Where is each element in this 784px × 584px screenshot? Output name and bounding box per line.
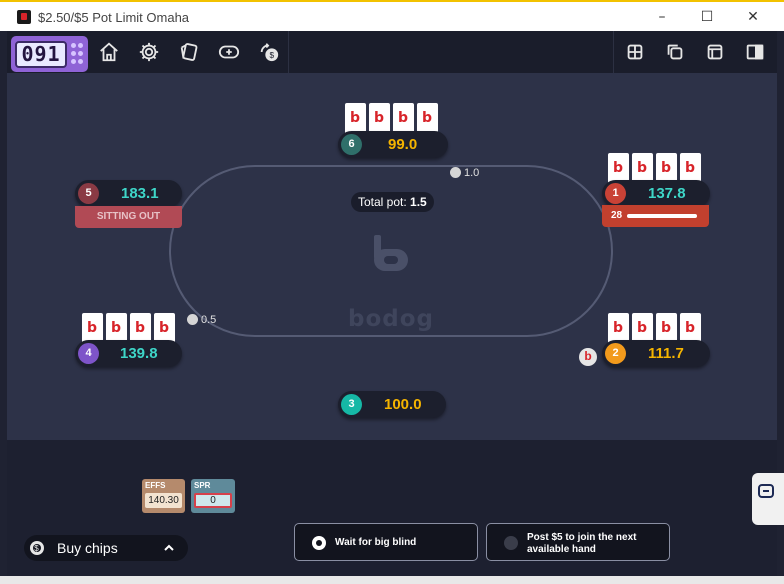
time-bank[interactable]: 091 xyxy=(11,36,88,72)
home-icon[interactable] xyxy=(94,37,124,67)
buy-chips-button[interactable]: $ Buy chips xyxy=(24,535,188,561)
bodog-app-icon xyxy=(17,10,31,24)
window-layout-icon[interactable] xyxy=(700,37,730,67)
spr-label: SPR xyxy=(194,481,211,490)
chat-icon xyxy=(758,484,774,498)
chip-icon xyxy=(450,167,461,178)
cashier-icon[interactable]: $ xyxy=(254,37,284,67)
sidebar-layout-icon[interactable] xyxy=(740,37,770,67)
seat-3-stack: 100.0 xyxy=(384,396,422,413)
time-bank-counter: 091 xyxy=(15,41,67,68)
seat-6-stack: 99.0 xyxy=(388,136,418,153)
dealer-button: b xyxy=(579,348,597,366)
chip-icon: $ xyxy=(30,541,44,555)
seat-5-stack: 183.1 xyxy=(121,185,159,202)
effs-label: EFFS xyxy=(145,481,166,490)
drag-handle-icon[interactable] xyxy=(71,43,83,65)
effs-stat[interactable]: EFFS 140.30 xyxy=(142,479,185,513)
window-title: $2.50/$5 Pot Limit Omaha xyxy=(38,10,190,25)
wait-big-blind-option[interactable]: Wait for big blind xyxy=(294,523,478,561)
total-pot-label: Total pot: xyxy=(358,195,407,209)
spr-stat[interactable]: SPR 0 xyxy=(191,479,235,513)
seat-5-number: 5 xyxy=(78,183,99,204)
bodog-logo-icon xyxy=(374,235,408,271)
window-bottom-edge xyxy=(0,576,784,584)
grid-layout-icon[interactable] xyxy=(620,37,650,67)
side-panel-tab[interactable] xyxy=(752,473,784,525)
table-toolbar: 091 $ xyxy=(7,31,777,73)
minimize-button[interactable]: – xyxy=(650,7,674,27)
post-to-join-option[interactable]: Post $5 to join the next available hand xyxy=(486,523,670,561)
gear-icon[interactable] xyxy=(134,37,164,67)
svg-text:$: $ xyxy=(34,544,39,553)
seat-2[interactable]: 2 111.7 xyxy=(602,340,710,367)
wait-big-blind-label: Wait for big blind xyxy=(335,537,417,548)
maximize-button[interactable]: ☐ xyxy=(695,7,719,27)
seat-3[interactable]: 3 100.0 xyxy=(338,391,446,418)
total-pot-value: 1.5 xyxy=(410,195,427,209)
seat-5-status: SITTING OUT xyxy=(75,206,182,228)
wait-big-blind-radio[interactable] xyxy=(312,536,326,550)
total-pot: Total pot: 1.5 xyxy=(351,192,434,212)
toolbar-divider xyxy=(613,31,614,73)
buy-chips-label: Buy chips xyxy=(57,540,118,556)
spr-value: 0 xyxy=(194,493,232,508)
toolbar-divider xyxy=(288,31,289,73)
effs-value: 140.30 xyxy=(145,493,182,508)
svg-text:$: $ xyxy=(269,51,274,60)
chip-icon xyxy=(187,314,198,325)
seat-4-stack: 139.8 xyxy=(120,345,158,362)
title-bar: $2.50/$5 Pot Limit Omaha – ☐ ✕ xyxy=(0,0,784,31)
seat-3-number: 3 xyxy=(341,394,362,415)
bodog-wordmark: bodog xyxy=(348,306,434,332)
post-to-join-label: Post $5 to join the next available hand xyxy=(527,532,637,555)
seat-1[interactable]: 1 137.8 xyxy=(602,180,710,207)
post-to-join-radio[interactable] xyxy=(504,536,518,550)
seat-6[interactable]: 6 99.0 xyxy=(338,131,448,158)
seat-2-number: 2 xyxy=(605,343,626,364)
chevron-up-icon xyxy=(164,544,174,551)
add-table-icon[interactable] xyxy=(214,37,244,67)
seat-2-stack: 111.7 xyxy=(648,345,684,362)
cascade-layout-icon[interactable] xyxy=(660,37,690,67)
seat-4[interactable]: 4 139.8 xyxy=(75,340,182,367)
seat-4-bet: 0.5 xyxy=(187,313,216,327)
seat-1-timer-bar xyxy=(627,214,697,218)
seat-1-stack: 137.8 xyxy=(648,185,686,202)
seat-6-bet: 1.0 xyxy=(450,166,479,180)
close-button[interactable]: ✕ xyxy=(741,7,765,27)
seat-4-number: 4 xyxy=(78,343,99,364)
seat-1-timer-seconds: 28 xyxy=(611,210,623,221)
seat-1-action-timer: 28 xyxy=(602,205,709,227)
seat-5[interactable]: 5 183.1 xyxy=(75,180,182,207)
seat-1-number: 1 xyxy=(605,183,626,204)
seat-6-number: 6 xyxy=(341,134,362,155)
cards-icon[interactable] xyxy=(174,37,204,67)
